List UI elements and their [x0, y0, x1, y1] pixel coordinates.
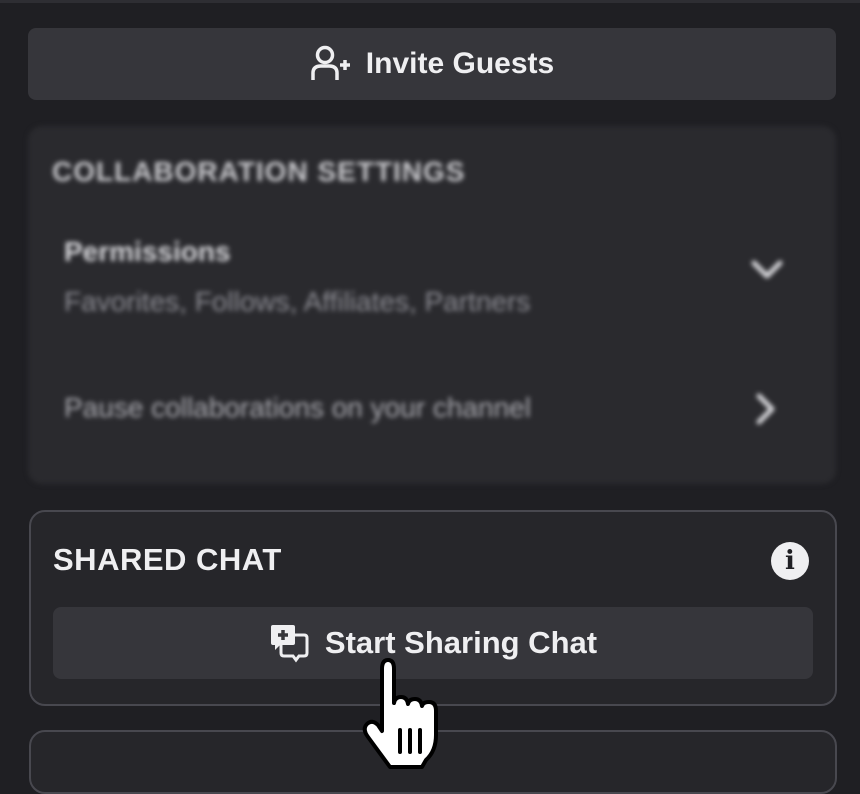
invite-guests-button[interactable]: Invite Guests — [28, 28, 836, 100]
chevron-right-icon[interactable] — [754, 392, 778, 426]
collaboration-settings-title: COLLABORATION SETTINGS — [52, 156, 466, 187]
add-person-icon — [311, 45, 350, 80]
shared-chat-title: SHARED CHAT — [53, 542, 282, 577]
chevron-down-icon[interactable] — [750, 258, 784, 282]
top-divider — [0, 0, 860, 3]
chat-share-icon — [270, 625, 309, 663]
collaboration-settings-panel: COLLABORATION SETTINGS Permissions Favor… — [28, 126, 836, 484]
info-icon[interactable]: i — [771, 542, 809, 580]
permissions-label[interactable]: Permissions — [64, 236, 231, 268]
invite-guests-label: Invite Guests — [365, 47, 555, 80]
hand-pointer-icon — [362, 658, 438, 769]
pause-collaborations-link[interactable]: Pause collaborations on your channel — [64, 392, 531, 424]
permissions-value: Favorites, Follows, Affiliates, Partners — [64, 286, 531, 317]
